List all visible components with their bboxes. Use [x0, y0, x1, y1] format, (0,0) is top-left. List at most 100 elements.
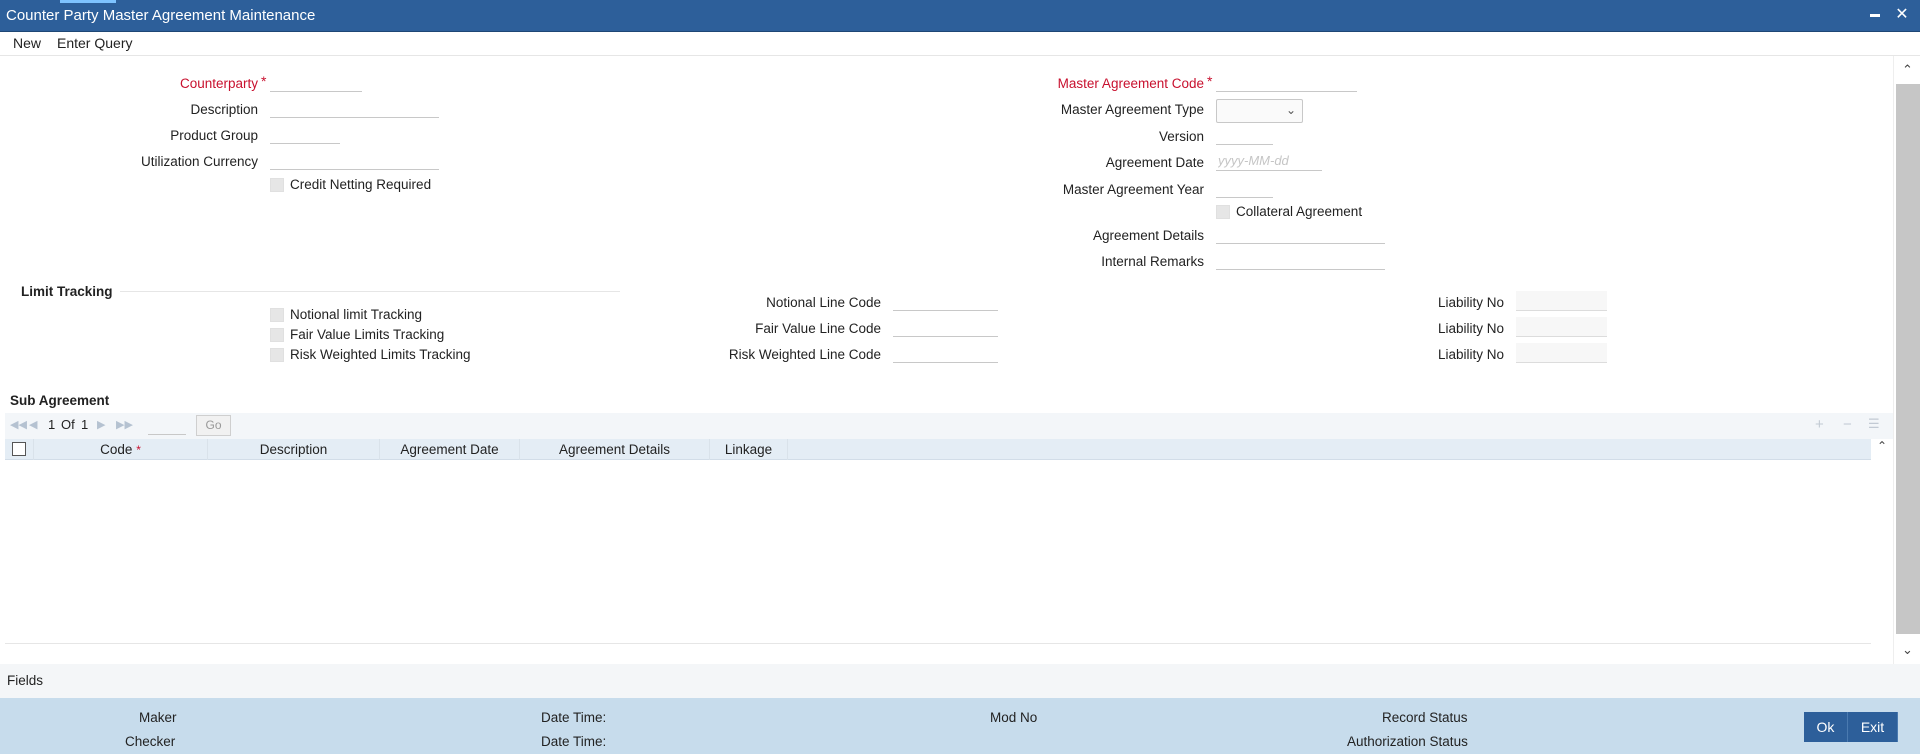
single-view-icon[interactable]: ☰ — [1868, 416, 1880, 432]
next-page-icon[interactable]: ▶ — [97, 418, 105, 431]
page-of: Of — [61, 417, 75, 432]
fair-value-liability-no-label: Liability No — [1437, 321, 1504, 336]
delete-row-icon[interactable]: − — [1843, 416, 1852, 433]
menu-bar: New Enter Query — [0, 32, 1920, 56]
fields-bar: Fields — [0, 664, 1920, 698]
collateral-agreement-label: Collateral Agreement — [1236, 204, 1363, 219]
agreement-details-input[interactable] — [1216, 224, 1385, 244]
sub-agreement-grid-header: Code * Description Agreement Date Agreem… — [5, 439, 1871, 460]
previous-page-icon[interactable]: ◀ — [29, 418, 37, 431]
maker-label: Maker — [139, 710, 177, 725]
product-group-label: Product Group — [170, 128, 258, 143]
window-title: Counter Party Master Agreement Maintenan… — [6, 7, 316, 24]
credit-netting-label: Credit Netting Required — [290, 177, 432, 192]
close-icon[interactable]: ✕ — [1893, 6, 1911, 24]
description-input[interactable] — [270, 98, 439, 118]
ok-button[interactable]: Ok — [1804, 712, 1848, 742]
authorization-status-label: Authorization Status — [1347, 734, 1468, 749]
master-agreement-type-select[interactable]: ⌄ — [1216, 99, 1303, 123]
section-divider — [120, 291, 620, 292]
agreement-details-label: Agreement Details — [1092, 228, 1204, 243]
internal-remarks-label: Internal Remarks — [1101, 254, 1204, 269]
fair-value-line-code-label: Fair Value Line Code — [755, 321, 881, 336]
counterparty-label: Counterparty — [179, 76, 258, 91]
internal-remarks-input[interactable] — [1216, 250, 1385, 270]
select-all-checkbox[interactable] — [12, 442, 26, 456]
sub-agreement-grid-body — [5, 460, 1871, 644]
maker-date-time-label: Date Time: — [541, 710, 607, 725]
fair-value-liability-no-input — [1516, 317, 1607, 337]
risk-weighted-line-code-label: Risk Weighted Line Code — [728, 347, 881, 362]
credit-netting-checkbox[interactable] — [270, 178, 284, 192]
collateral-agreement-checkbox[interactable] — [1216, 205, 1230, 219]
scroll-down-icon[interactable]: ⌄ — [1894, 638, 1920, 662]
grid-scrollbar[interactable]: ⌃ — [1871, 439, 1893, 644]
page-current: 1 — [48, 417, 56, 432]
checker-label: Checker — [125, 734, 176, 749]
fair-value-tracking-checkbox[interactable] — [270, 328, 284, 342]
menu-enter-query[interactable]: Enter Query — [57, 35, 132, 51]
last-page-icon[interactable]: ▶▶ — [116, 418, 133, 431]
column-agreement-details[interactable]: Agreement Details — [520, 439, 710, 460]
notional-liability-no-input — [1516, 291, 1607, 311]
master-agreement-type-label: Master Agreement Type — [1060, 102, 1204, 117]
risk-weighted-tracking-label: Risk Weighted Limits Tracking — [290, 347, 471, 362]
agreement-date-label: Agreement Date — [1105, 155, 1204, 170]
menu-new[interactable]: New — [13, 35, 41, 51]
product-group-input[interactable] — [270, 124, 340, 144]
add-row-icon[interactable]: + — [1815, 416, 1824, 433]
fair-value-tracking-label: Fair Value Limits Tracking — [290, 327, 445, 342]
chevron-down-icon: ⌄ — [1285, 103, 1296, 117]
required-mark: * — [136, 443, 141, 457]
required-mark: * — [261, 73, 267, 89]
utilization-currency-label: Utilization Currency — [140, 154, 258, 169]
page-scrollbar[interactable]: ⌃ ⌄ — [1893, 56, 1920, 664]
master-agreement-year-input[interactable] — [1216, 178, 1273, 198]
first-page-icon[interactable]: ◀◀ — [10, 418, 27, 431]
titlebar-accent — [60, 0, 116, 3]
checker-date-time-label: Date Time: — [541, 734, 607, 749]
notional-line-code-label: Notional Line Code — [766, 295, 881, 310]
counterparty-input[interactable] — [270, 72, 362, 92]
window-titlebar: Counter Party Master Agreement Maintenan… — [0, 0, 1920, 32]
required-mark: * — [1207, 73, 1213, 89]
column-linkage[interactable]: Linkage — [710, 439, 788, 460]
column-code-label: Code — [100, 442, 133, 457]
grid-scroll-up-icon[interactable]: ⌃ — [1871, 439, 1893, 459]
fields-tab[interactable]: Fields — [7, 673, 43, 688]
sub-agreement-toolbar: ◀◀ ◀ 1 Of 1 ▶ ▶▶ Go + − ☰ — [5, 413, 1893, 439]
description-label: Description — [190, 102, 258, 117]
notional-line-code-input[interactable] — [893, 291, 998, 311]
page-total: 1 — [81, 417, 89, 432]
minimize-icon[interactable]: ▬ — [1866, 6, 1884, 24]
sub-agreement-title: Sub Agreement — [10, 393, 110, 408]
column-agreement-date[interactable]: Agreement Date — [380, 439, 520, 460]
utilization-currency-input[interactable] — [270, 150, 439, 170]
master-agreement-code-label: Master Agreement Code — [1057, 76, 1204, 91]
version-label: Version — [1158, 129, 1204, 144]
select-all-cell — [5, 439, 34, 460]
risk-weighted-line-code-input[interactable] — [893, 343, 998, 363]
mod-no-label: Mod No — [990, 710, 1038, 725]
fair-value-line-code-input[interactable] — [893, 317, 998, 337]
go-button[interactable]: Go — [196, 415, 231, 436]
notional-tracking-label: Notional limit Tracking — [290, 307, 423, 322]
master-agreement-year-label: Master Agreement Year — [1062, 182, 1204, 197]
column-description[interactable]: Description — [208, 439, 380, 460]
version-input[interactable] — [1216, 125, 1273, 145]
scroll-up-icon[interactable]: ⌃ — [1894, 58, 1920, 82]
limit-tracking-title: Limit Tracking — [21, 284, 113, 299]
notional-liability-no-label: Liability No — [1437, 295, 1504, 310]
exit-button[interactable]: Exit — [1848, 712, 1898, 742]
record-status-label: Record Status — [1382, 710, 1468, 725]
column-code[interactable]: Code * — [34, 439, 208, 460]
risk-weighted-liability-no-input — [1516, 343, 1607, 363]
page-number-input[interactable] — [148, 415, 186, 435]
risk-weighted-liability-no-label: Liability No — [1437, 347, 1504, 362]
risk-weighted-tracking-checkbox[interactable] — [270, 348, 284, 362]
scrollbar-track[interactable] — [1896, 84, 1920, 634]
audit-panel: Maker Checker Date Time: Date Time: Mod … — [0, 698, 1920, 754]
agreement-date-input[interactable] — [1216, 151, 1322, 171]
notional-tracking-checkbox[interactable] — [270, 308, 284, 322]
master-agreement-code-input[interactable] — [1216, 72, 1357, 92]
